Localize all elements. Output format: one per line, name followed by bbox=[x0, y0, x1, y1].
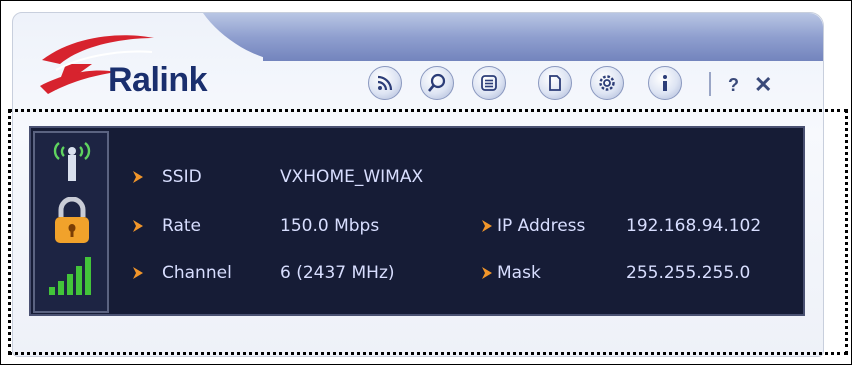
antenna-icon bbox=[53, 142, 91, 181]
channel-value: 6 (2437 MHz) bbox=[280, 263, 395, 283]
ssid-label: SSID bbox=[162, 167, 202, 187]
rate-label: Rate bbox=[162, 216, 201, 236]
document-button[interactable] bbox=[538, 66, 572, 100]
settings-button[interactable] bbox=[590, 66, 624, 100]
mask-value: 255.255.255.0 bbox=[626, 263, 751, 283]
about-button[interactable] bbox=[648, 66, 682, 100]
brand-name: Ralink bbox=[108, 61, 208, 99]
ip-address-label: IP Address bbox=[497, 216, 586, 236]
rate-value: 150.0 Mbps bbox=[280, 216, 380, 236]
list-icon bbox=[481, 75, 497, 91]
channel-label: Channel bbox=[162, 263, 232, 283]
wireless-icon bbox=[377, 75, 393, 91]
rate-bullet-icon bbox=[133, 220, 143, 232]
info-icon bbox=[663, 75, 667, 91]
channel-bullet-icon bbox=[133, 267, 143, 279]
gear-icon bbox=[599, 75, 615, 91]
document-icon bbox=[549, 75, 561, 91]
help-button[interactable]: ? bbox=[728, 75, 739, 96]
ip-bullet-icon bbox=[482, 220, 492, 232]
ssid-bullet-icon bbox=[133, 171, 143, 183]
mask-bullet-icon bbox=[482, 267, 492, 279]
ip-address-value: 192.168.94.102 bbox=[626, 216, 762, 236]
signal-strength-icon bbox=[49, 257, 91, 295]
close-button[interactable]: ✕ bbox=[754, 72, 772, 98]
ssid-value: VXHOME_WIMAX bbox=[280, 167, 424, 187]
lock-icon bbox=[55, 197, 89, 243]
search-icon bbox=[428, 73, 446, 92]
mask-label: Mask bbox=[497, 263, 541, 283]
status-icon-panel bbox=[33, 131, 109, 313]
list-button[interactable] bbox=[472, 66, 506, 100]
toolbar-separator bbox=[709, 72, 711, 96]
wireless-button[interactable] bbox=[368, 66, 402, 100]
search-button[interactable] bbox=[420, 66, 454, 100]
title-bar[interactable] bbox=[263, 13, 823, 61]
